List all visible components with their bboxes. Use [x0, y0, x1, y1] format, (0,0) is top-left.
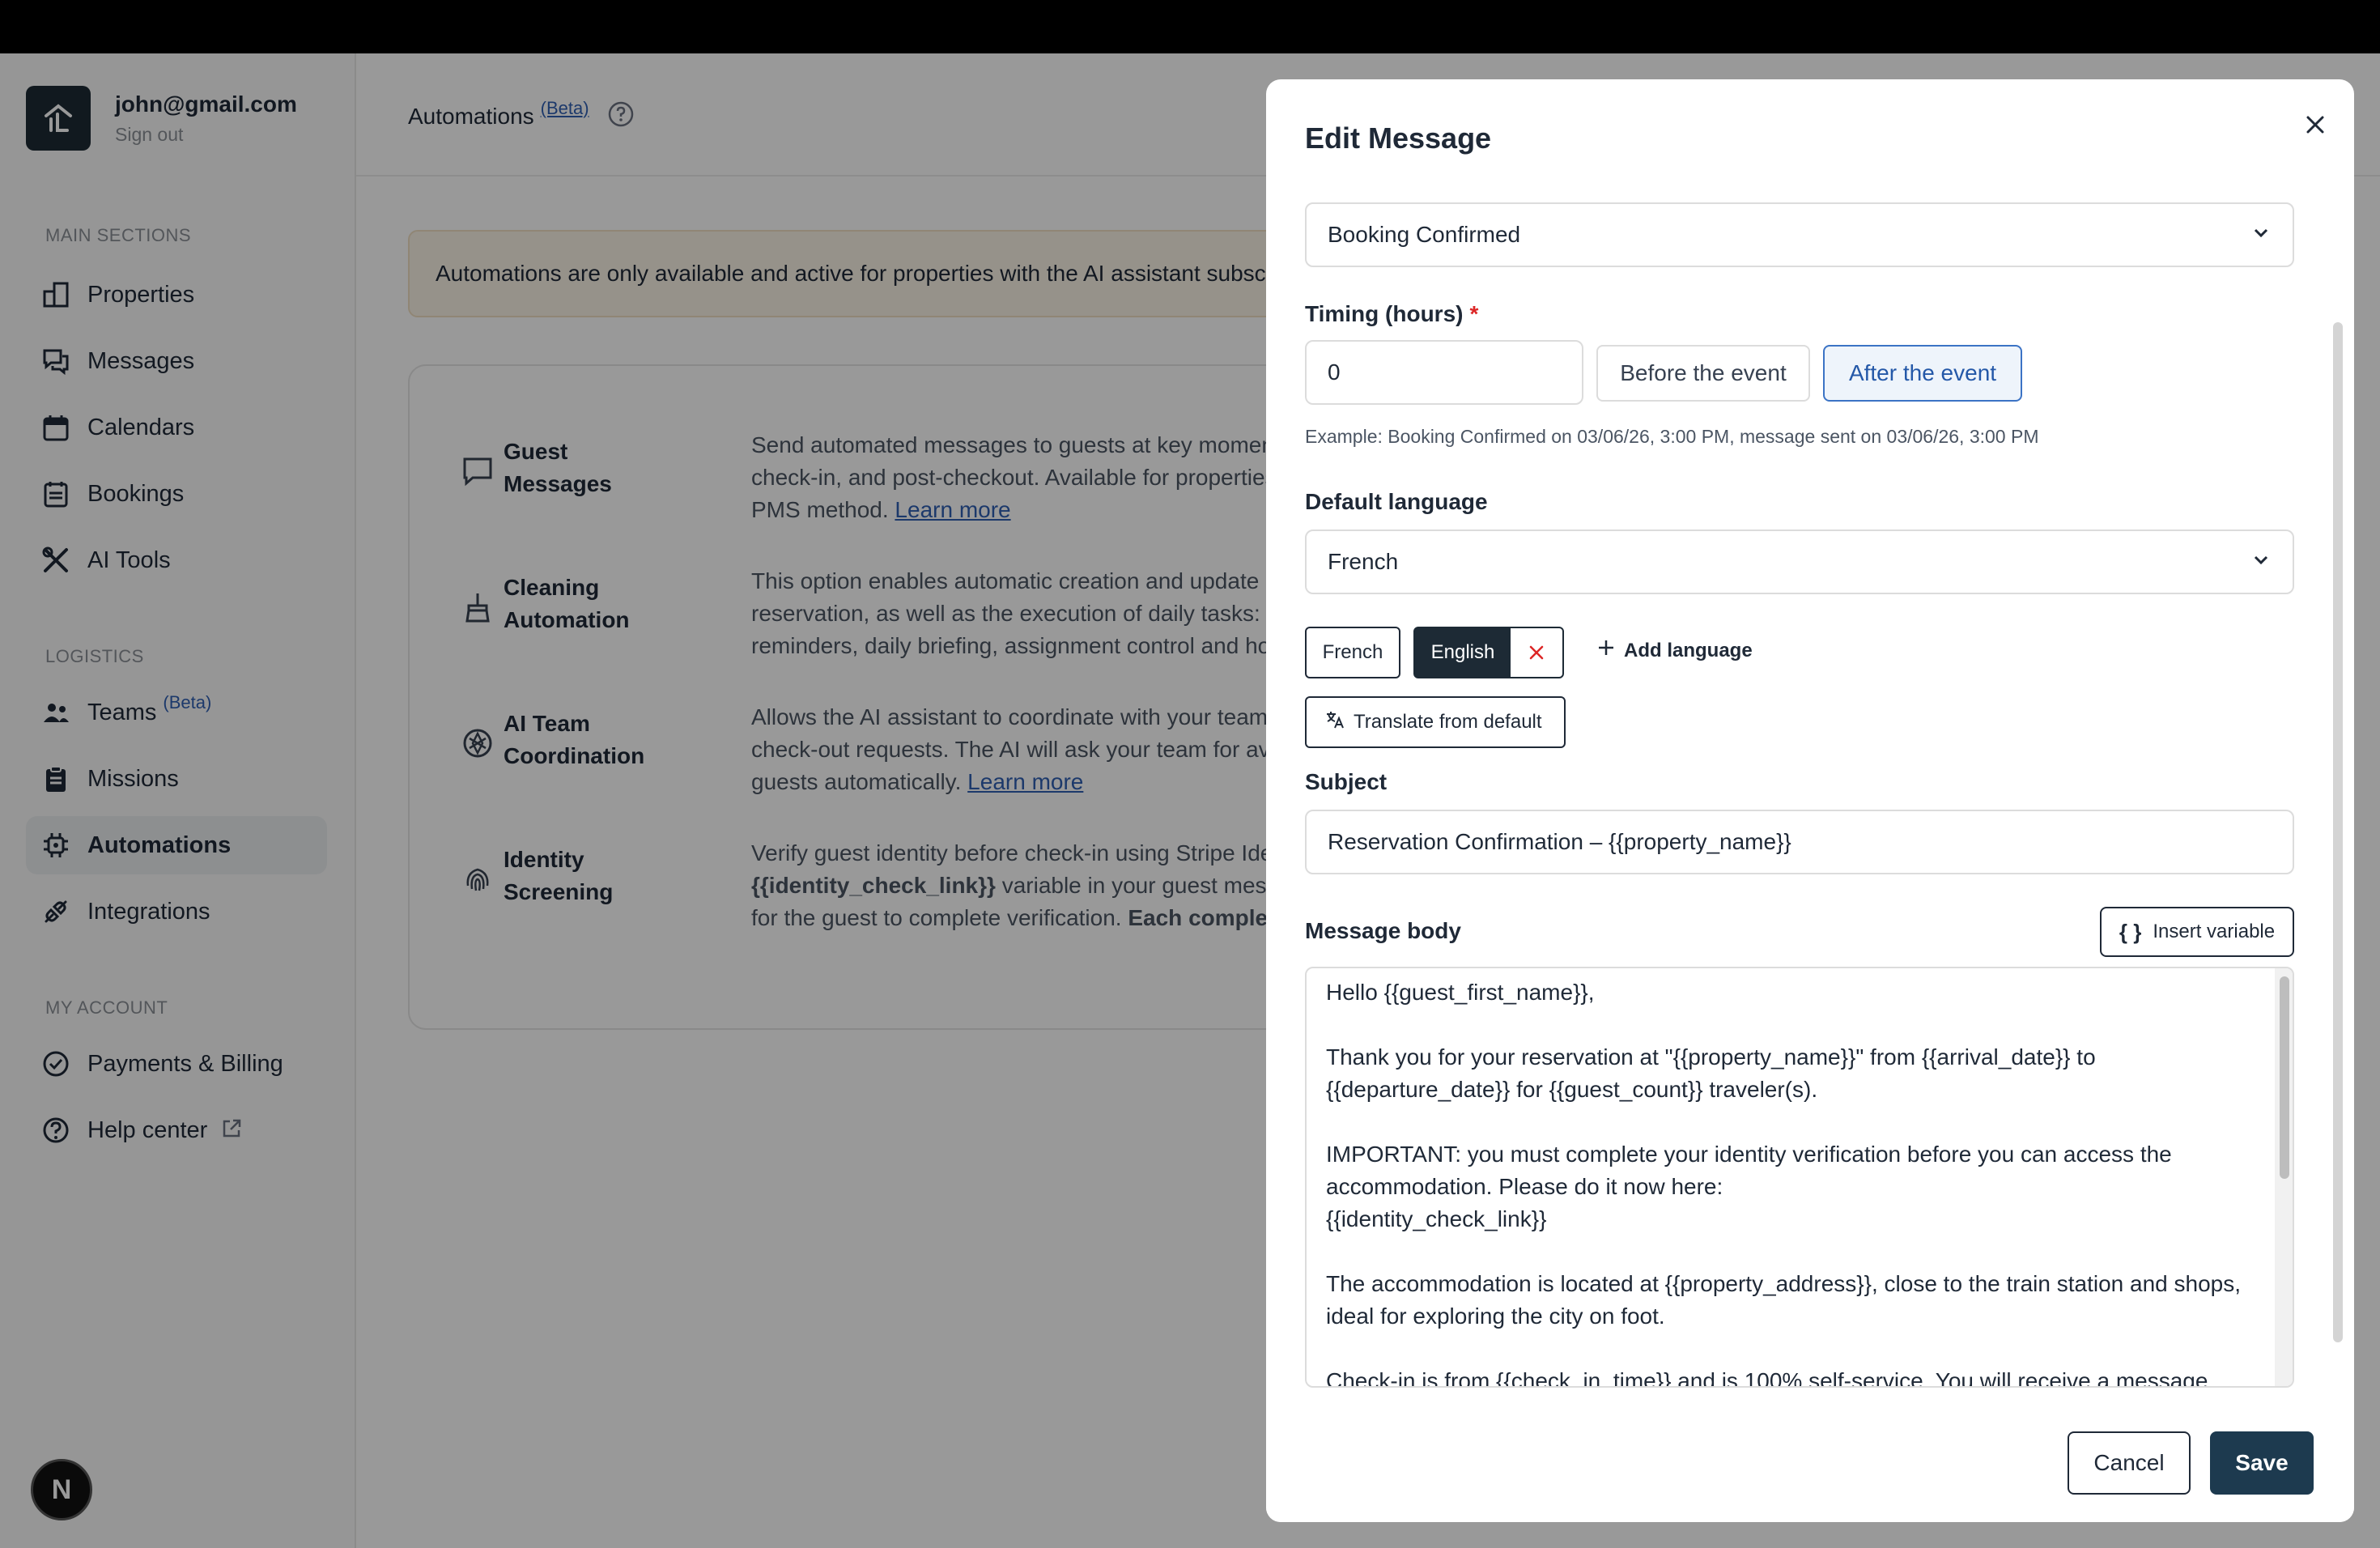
timing-example-text: Example: Booking Confirmed on 03/06/26, … — [1305, 426, 2039, 447]
default-language-select[interactable]: French — [1305, 529, 2294, 594]
language-chip-english[interactable]: English — [1413, 627, 1564, 678]
subject-input[interactable]: Reservation Confirmation – {{property_na… — [1305, 810, 2294, 874]
message-body-text: Hello {{guest_first_name}}, Thank you fo… — [1326, 980, 2242, 1388]
modal-scrollbar[interactable] — [2333, 322, 2343, 1342]
event-type-value: Booking Confirmed — [1328, 222, 1521, 247]
subject-label: Subject — [1305, 769, 1388, 794]
textarea-scrollbar[interactable] — [2275, 968, 2293, 1386]
insert-variable-button[interactable]: { } Insert variable — [2100, 907, 2294, 957]
add-language-label: Add language — [1624, 639, 1753, 661]
chevron-down-icon — [2250, 549, 2272, 576]
edit-message-modal: Edit Message Booking Confirmed Timing (h… — [1266, 79, 2354, 1522]
chevron-down-icon — [2250, 222, 2272, 249]
braces-icon: { } — [2119, 919, 2142, 944]
close-icon[interactable] — [2296, 105, 2335, 144]
before-event-toggle[interactable]: Before the event — [1596, 345, 1810, 402]
translate-label: Translate from default — [1354, 711, 1542, 733]
modal-footer: Cancel Save — [1266, 1415, 2354, 1522]
insert-variable-label: Insert variable — [2153, 921, 2276, 942]
after-event-toggle[interactable]: After the event — [1823, 345, 2022, 402]
add-language-button[interactable]: Add language — [1596, 638, 1753, 663]
cancel-button[interactable]: Cancel — [2068, 1431, 2191, 1495]
translate-from-default-button[interactable]: Translate from default — [1305, 696, 1566, 748]
translate-icon — [1324, 709, 1345, 736]
plus-icon — [1596, 638, 1616, 663]
default-language-label: Default language — [1305, 489, 1488, 514]
window-top-bar — [0, 0, 2380, 53]
timing-label: Timing (hours) * — [1305, 301, 1479, 326]
save-button[interactable]: Save — [2210, 1431, 2314, 1495]
message-body-label: Message body — [1305, 918, 1461, 943]
textarea-scroll-thumb[interactable] — [2280, 976, 2289, 1179]
modal-title: Edit Message — [1305, 121, 1492, 155]
required-asterisk: * — [1469, 301, 1479, 326]
event-type-select[interactable]: Booking Confirmed — [1305, 202, 2294, 267]
timing-hours-input[interactable]: 0 — [1305, 340, 1583, 405]
language-chip-french[interactable]: French — [1305, 627, 1400, 678]
message-body-textarea[interactable]: Hello {{guest_first_name}}, Thank you fo… — [1305, 967, 2294, 1388]
default-language-value: French — [1328, 549, 1399, 574]
remove-language-icon[interactable] — [1511, 628, 1562, 677]
language-chip-label: English — [1430, 641, 1495, 663]
